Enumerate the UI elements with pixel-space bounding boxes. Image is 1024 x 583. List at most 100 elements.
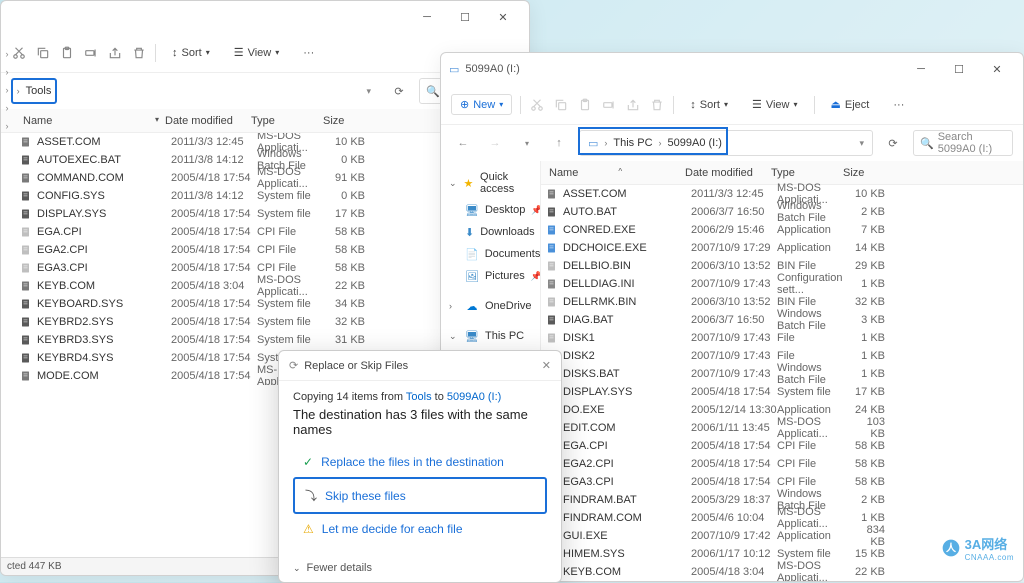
- breadcrumb-tools[interactable]: Tools: [26, 85, 52, 97]
- file-icon: [19, 279, 33, 293]
- file-row[interactable]: DISPLAY.SYS2005/4/18 17:54System file17 …: [541, 383, 1023, 401]
- file-type: Windows Batch File: [777, 362, 849, 386]
- file-row[interactable]: DISK12007/10/9 17:43File1 KB: [541, 329, 1023, 347]
- option-decide[interactable]: ⚠Let me decide for each file: [293, 514, 547, 544]
- search-input[interactable]: 🔍 Search 5099A0 (I:): [913, 130, 1013, 156]
- file-row[interactable]: EGA.CPI2005/4/18 17:54CPI File58 KB: [541, 437, 1023, 455]
- cut-icon[interactable]: [11, 45, 27, 61]
- sidebar-quick-access[interactable]: ⌄★Quick access: [441, 167, 540, 199]
- close-icon[interactable]: ✕: [542, 359, 551, 372]
- maximize-button[interactable]: ☐: [941, 57, 977, 81]
- breadcrumb-thispc[interactable]: This PC: [613, 137, 652, 149]
- sidebar-documents[interactable]: 📄Documents📌: [441, 243, 540, 265]
- forward-button[interactable]: →: [483, 131, 507, 155]
- col-type[interactable]: Type: [771, 167, 843, 179]
- file-type: System file: [257, 334, 329, 346]
- breadcrumb-drive[interactable]: 5099A0 (I:): [668, 137, 722, 149]
- sidebar-thispc[interactable]: ⌄🖥This PC: [441, 325, 540, 347]
- copy-icon[interactable]: [553, 97, 569, 113]
- up-button[interactable]: ↑: [547, 131, 571, 155]
- file-type: MS-DOS Applicati...: [777, 506, 849, 530]
- file-date: 2007/10/9 17:29: [691, 242, 777, 254]
- gutter-arrow[interactable]: ›: [1, 117, 13, 135]
- star-icon: ★: [463, 176, 474, 190]
- gutter-arrow[interactable]: ›: [1, 45, 13, 63]
- file-name: DISKS.BAT: [563, 368, 691, 380]
- file-row[interactable]: EDIT.COM2006/1/11 13:45MS-DOS Applicati.…: [541, 419, 1023, 437]
- close-button[interactable]: ✕: [979, 57, 1015, 81]
- sidebar-downloads[interactable]: ⬇Downloads📌: [441, 221, 540, 243]
- col-size[interactable]: Size: [323, 115, 369, 127]
- dialog-copying-text: Copying 14 items from Tools to 5099A0 (I…: [293, 391, 547, 403]
- file-row[interactable]: AUTO.BAT2006/3/7 16:50Windows Batch File…: [541, 203, 1023, 221]
- file-row[interactable]: DISKS.BAT2007/10/9 17:43Windows Batch Fi…: [541, 365, 1023, 383]
- share-icon[interactable]: [107, 45, 123, 61]
- refresh-button[interactable]: ⟳: [387, 79, 411, 103]
- file-icon: [19, 225, 33, 239]
- more-button[interactable]: ···: [295, 43, 322, 63]
- gutter-arrow[interactable]: ›: [1, 81, 13, 99]
- file-date: 2011/3/8 14:12: [171, 154, 257, 166]
- sort-button[interactable]: ↕Sort▾: [682, 95, 736, 115]
- sort-button[interactable]: ↕Sort▾: [164, 43, 218, 63]
- file-row[interactable]: KEYB.COM2005/4/18 3:04MS-DOS Applicati..…: [541, 563, 1023, 581]
- file-type: MS-DOS Applicati...: [257, 274, 329, 298]
- file-size: 58 KB: [849, 458, 895, 470]
- col-name[interactable]: Name▾: [15, 115, 165, 127]
- file-size: 58 KB: [329, 226, 375, 238]
- paste-icon[interactable]: [577, 97, 593, 113]
- file-date: 2005/4/18 17:54: [171, 370, 257, 382]
- option-replace[interactable]: ✓Replace the files in the destination: [293, 447, 547, 477]
- link-source[interactable]: Tools: [406, 391, 432, 403]
- minimize-button[interactable]: ─: [903, 57, 939, 81]
- share-icon[interactable]: [625, 97, 641, 113]
- delete-icon[interactable]: [649, 97, 665, 113]
- col-date[interactable]: Date modified: [165, 115, 251, 127]
- copy-icon[interactable]: [35, 45, 51, 61]
- recent-button[interactable]: ▾: [515, 131, 539, 155]
- maximize-button[interactable]: ☐: [447, 5, 483, 29]
- file-size: 31 KB: [329, 334, 375, 346]
- eject-button[interactable]: ⏏Eject: [823, 94, 878, 115]
- file-size: 22 KB: [849, 566, 895, 578]
- close-button[interactable]: ✕: [485, 5, 521, 29]
- sidebar-pictures[interactable]: 🖼Pictures📌: [441, 265, 540, 287]
- more-button[interactable]: ···: [885, 95, 912, 115]
- view-button[interactable]: ☰View▾: [744, 94, 806, 115]
- minimize-button[interactable]: ─: [409, 5, 445, 29]
- gutter-arrow[interactable]: ›: [1, 99, 13, 117]
- file-size: 91 KB: [329, 172, 375, 184]
- refresh-button[interactable]: ⟳: [881, 131, 905, 155]
- new-button[interactable]: ⊕New▾: [451, 94, 512, 115]
- file-name: EGA.CPI: [37, 226, 171, 238]
- file-icon: [545, 277, 559, 291]
- breadcrumb[interactable]: › Tools: [11, 78, 57, 104]
- sidebar-onedrive[interactable]: ›☁OneDrive: [441, 295, 540, 317]
- file-row[interactable]: CONRED.EXE2006/2/9 15:46Application7 KB: [541, 221, 1023, 239]
- rename-icon[interactable]: [601, 97, 617, 113]
- file-name: EGA3.CPI: [563, 476, 691, 488]
- address-spacer: ▾: [65, 78, 379, 104]
- breadcrumb[interactable]: ▭ › This PC › 5099A0 (I:) ▾: [579, 130, 873, 156]
- paste-icon[interactable]: [59, 45, 75, 61]
- col-type[interactable]: Type: [251, 115, 323, 127]
- cut-icon[interactable]: [529, 97, 545, 113]
- col-name[interactable]: Name^: [541, 167, 685, 179]
- view-button[interactable]: ☰View▾: [226, 42, 288, 63]
- file-row[interactable]: DIAG.BAT2006/3/7 16:50Windows Batch File…: [541, 311, 1023, 329]
- file-row[interactable]: DELLDIAG.INI2007/10/9 17:43Configuration…: [541, 275, 1023, 293]
- col-size[interactable]: Size: [843, 167, 889, 179]
- delete-icon[interactable]: [131, 45, 147, 61]
- fewer-details[interactable]: ⌄Fewer details: [279, 554, 561, 582]
- rename-icon[interactable]: [83, 45, 99, 61]
- col-date[interactable]: Date modified: [685, 167, 771, 179]
- file-row[interactable]: DDCHOICE.EXE2007/10/9 17:29Application14…: [541, 239, 1023, 257]
- option-skip[interactable]: ⤵Skip these files: [293, 477, 547, 514]
- sidebar-desktop[interactable]: 🖥Desktop📌: [441, 199, 540, 221]
- link-dest[interactable]: 5099A0 (I:): [447, 391, 501, 403]
- gutter-arrow[interactable]: ›: [1, 63, 13, 81]
- back-button[interactable]: ←: [451, 131, 475, 155]
- file-row[interactable]: FINDRAM.COM2005/4/6 10:04MS-DOS Applicat…: [541, 509, 1023, 527]
- replace-skip-dialog: ⟳Replace or Skip Files ✕ Copying 14 item…: [278, 350, 562, 583]
- file-row[interactable]: EGA2.CPI2005/4/18 17:54CPI File58 KB: [541, 455, 1023, 473]
